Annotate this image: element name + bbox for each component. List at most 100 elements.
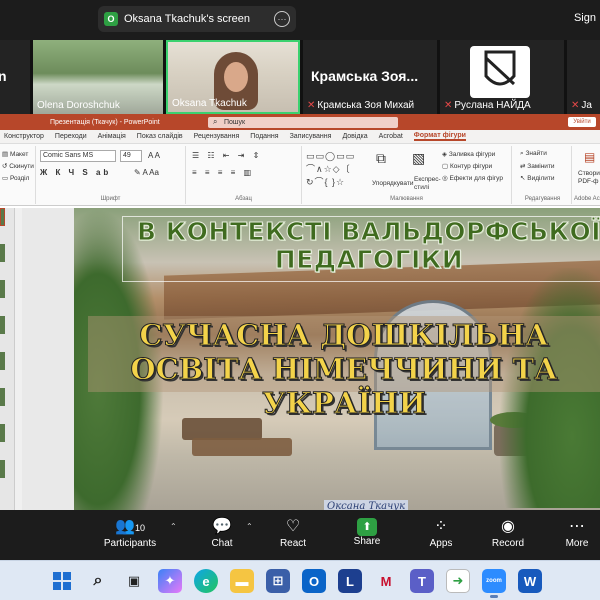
- participant-tile[interactable]: Крамська Зоя... ✕ Крамська Зоя Михай: [303, 40, 437, 114]
- search-box[interactable]: Пошук: [208, 116, 398, 128]
- sign-in-button[interactable]: Увійти: [568, 117, 596, 127]
- font-name-select[interactable]: Comic Sans MS: [40, 150, 116, 162]
- search-icon[interactable]: ⌕: [86, 569, 110, 593]
- store-icon[interactable]: ⊞: [266, 569, 290, 593]
- document-title: Презентація (Ткачук) - PowerPoint: [50, 118, 160, 126]
- thumbnail-scrollbar[interactable]: [14, 208, 22, 510]
- tab-record[interactable]: Записування: [290, 133, 332, 140]
- font-group: Comic Sans MS 49 A A Ж К Ч S ab ✎ A Aa Ш…: [36, 146, 186, 204]
- shield-logo-icon: [484, 50, 516, 86]
- slide-thumbnail[interactable]: [0, 316, 5, 334]
- tab-transitions[interactable]: Переходи: [55, 133, 87, 140]
- create-pdf-button[interactable]: Створи PDF-ф: [578, 170, 600, 186]
- slide-thumbnail[interactable]: [0, 424, 5, 442]
- align-buttons[interactable]: ≡ ≡ ≡ ≡ ▥: [192, 168, 254, 177]
- font-format-buttons[interactable]: Ж К Ч S ab: [40, 168, 111, 177]
- wooden-bench: [182, 418, 262, 440]
- chat-icon: 💬: [212, 518, 232, 535]
- slide-thumbnail[interactable]: [0, 244, 5, 262]
- tab-slideshow[interactable]: Показ слайдів: [137, 133, 183, 140]
- tab-shape-format[interactable]: Формат фігури: [413, 132, 466, 141]
- slide-thumbnail[interactable]: [0, 280, 5, 298]
- mcafee-icon[interactable]: M: [374, 569, 398, 593]
- slide-thumbnail[interactable]: [0, 460, 5, 478]
- reset-button[interactable]: ↺ Скинути: [2, 162, 34, 170]
- drawing-group: ▭▭◯▭▭ ⌒∧☆◇〔 ↻⌒{ }☆ ⧉ Упорядкувати ▧ Експре…: [302, 146, 512, 204]
- slide-thumbnail[interactable]: [0, 208, 5, 226]
- teams-icon[interactable]: T: [410, 569, 434, 593]
- list-buttons[interactable]: ☰ ☷ ⇤ ⇥ ⇕: [192, 151, 262, 160]
- participants-button[interactable]: 👥10 Participants: [102, 516, 158, 549]
- font-size-select[interactable]: 49: [120, 150, 142, 162]
- share-initial: O: [104, 12, 118, 26]
- windows-start-icon[interactable]: [50, 569, 74, 593]
- current-slide[interactable]: В КОНТЕКСТІ ВАЛЬДОРФСЬКОЇ ПЕДАГОГІКИ СУЧ…: [74, 208, 600, 510]
- participant-tile[interactable]: Olena Doroshchuk: [33, 40, 163, 114]
- windows-taskbar: ⌕ ▣ ✦ e ▬ ⊞ O L M T ➜ zoom W: [0, 560, 600, 600]
- replace-button[interactable]: ⇄ Замінити: [520, 162, 555, 170]
- arrange-button[interactable]: Упорядкувати: [372, 180, 413, 187]
- section-button[interactable]: ▭ Розділ: [2, 174, 29, 182]
- arrow-app-icon[interactable]: ➜: [446, 569, 470, 593]
- word-icon[interactable]: W: [518, 569, 542, 593]
- outlook-icon[interactable]: O: [302, 569, 326, 593]
- slide-subtitle[interactable]: В КОНТЕКСТІ ВАЛЬДОРФСЬКОЇ ПЕДАГОГІКИ: [129, 217, 600, 274]
- participant-name: Olena Doroshchuk: [37, 100, 120, 111]
- participant-tile[interactable]: ✕ Ja: [567, 40, 600, 114]
- sign-button[interactable]: Sign: [574, 12, 596, 24]
- task-view-icon[interactable]: ▣: [122, 569, 146, 593]
- chat-button[interactable]: 💬 Chat: [204, 516, 240, 549]
- drawing-group-label: Малювання: [390, 196, 423, 202]
- slide-author[interactable]: Оксана Ткачук: [324, 500, 409, 510]
- tab-acrobat[interactable]: Acrobat: [379, 133, 403, 140]
- slide-thumbnail[interactable]: [0, 388, 5, 406]
- tab-help[interactable]: Довідка: [342, 133, 367, 140]
- copilot-icon[interactable]: ✦: [158, 569, 182, 593]
- font-color-icon[interactable]: ✎ A Aa: [134, 168, 159, 177]
- record-button[interactable]: ◉ Record: [488, 516, 528, 549]
- participant-tile[interactable]: n: [0, 40, 30, 114]
- apps-button[interactable]: ⁘ Apps: [424, 516, 458, 549]
- slide-title[interactable]: СУЧАСНА ДОШКІЛЬНА ОСВІТА НІМЕЧЧИНИ ТА УК…: [84, 318, 600, 421]
- font-grow-icon[interactable]: A A: [148, 151, 160, 160]
- quick-styles-icon[interactable]: ▧: [412, 150, 425, 167]
- participant-tile[interactable]: ✕ Руслана НАЙДА: [440, 40, 564, 114]
- slide-thumbnail[interactable]: [0, 352, 5, 370]
- adobe-group-label: Adobe Ac: [574, 196, 600, 202]
- shape-effects-button[interactable]: ◎ Ефекти для фігур: [442, 174, 503, 182]
- more-options-icon[interactable]: ···: [274, 11, 290, 27]
- slides-group: ▤ Макет ↺ Скинути ▭ Розділ: [0, 146, 36, 204]
- ppt-title-bar: Презентація (Ткачук) - PowerPoint Пошук …: [0, 114, 600, 130]
- tab-view[interactable]: Подання: [250, 133, 278, 140]
- participants-caret-icon[interactable]: ⌃: [170, 522, 177, 531]
- react-button[interactable]: ♡ React: [276, 516, 310, 549]
- find-button[interactable]: ⌕ Знайти: [520, 150, 547, 158]
- share-button[interactable]: ⬆ Share: [350, 516, 384, 547]
- select-button[interactable]: ↖ Виділити: [520, 174, 555, 182]
- more-button[interactable]: ⋯ More: [560, 516, 594, 549]
- shape-outline-button[interactable]: ▢ Контур фігури: [442, 162, 492, 170]
- chat-caret-icon[interactable]: ⌃: [246, 522, 253, 531]
- zoom-icon[interactable]: zoom: [482, 569, 506, 598]
- font-group-label: Шрифт: [100, 196, 121, 202]
- file-explorer-icon[interactable]: ▬: [230, 569, 254, 593]
- shapes-gallery[interactable]: ▭▭◯▭▭ ⌒∧☆◇〔 ↻⌒{ }☆: [306, 150, 374, 190]
- pdf-icon[interactable]: ▤: [584, 150, 595, 164]
- more-icon: ⋯: [569, 518, 585, 535]
- screen-share-indicator[interactable]: O Oksana Tkachuk's screen ···: [98, 6, 296, 32]
- tab-review[interactable]: Рецензування: [194, 133, 240, 140]
- arrange-icon[interactable]: ⧉: [376, 150, 386, 167]
- layout-button[interactable]: ▤ Макет: [2, 150, 28, 158]
- edge-icon[interactable]: e: [194, 569, 218, 593]
- apps-icon: ⁘: [434, 518, 448, 535]
- participant-tile-active-speaker[interactable]: Oksana Tkachuk: [166, 40, 300, 114]
- editing-group: ⌕ Знайти ⇄ Замінити ↖ Виділити Редагуван…: [514, 146, 572, 204]
- tab-home[interactable]: Конструктор: [4, 133, 44, 140]
- tab-animation[interactable]: Анімація: [98, 133, 126, 140]
- participant-name: Крамська Зоя Михай: [317, 100, 415, 111]
- slide-canvas: В КОНТЕКСТІ ВАЛЬДОРФСЬКОЇ ПЕДАГОГІКИ СУЧ…: [22, 208, 600, 510]
- shape-fill-button[interactable]: ◈ Заливка фігури: [442, 150, 495, 158]
- participant-name: Ja: [581, 100, 592, 111]
- zoom-top-bar: O Oksana Tkachuk's screen ··· Sign: [0, 0, 600, 40]
- l-app-icon[interactable]: L: [338, 569, 362, 593]
